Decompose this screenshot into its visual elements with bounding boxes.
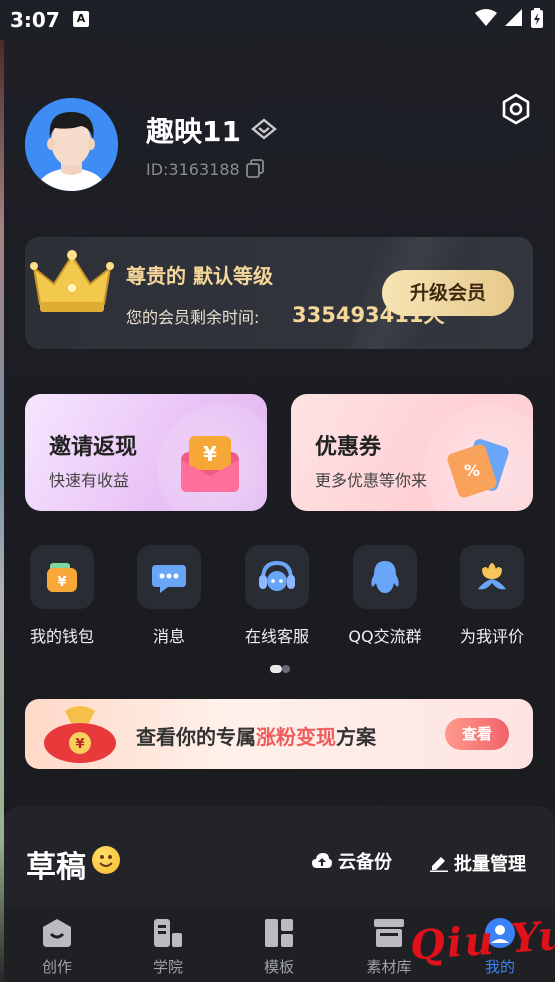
nav-label: 学院 (152, 958, 183, 976)
grid-label: QQ交流群 (348, 627, 422, 646)
invite-cashback-card[interactable]: 邀请返现 快速有收益 ¥ (25, 394, 267, 511)
upgrade-vip-button[interactable]: 升级会员 (382, 270, 514, 316)
nav-item-templates[interactable]: 模板 (239, 916, 319, 977)
headset-icon (259, 560, 295, 591)
crown-icon (30, 250, 114, 312)
support-tile (245, 545, 309, 609)
status-bar: 3:07 A (0, 0, 555, 40)
store-icon (374, 919, 404, 947)
vip-remaining-label: 您的会员剩余时间: (126, 308, 260, 327)
flower-icon (478, 563, 506, 590)
cloud-backup-button[interactable]: 云备份 (312, 848, 392, 874)
nav-label: 模板 (263, 958, 294, 976)
cloud-upload-icon (312, 853, 332, 868)
cloud-backup-label: 云备份 (338, 852, 392, 873)
grid-item-rate-us[interactable]: 为我评价 (447, 545, 537, 647)
copy-icon[interactable] (245, 158, 265, 178)
qq-penguin-icon (371, 561, 399, 593)
promo-subtitle: 快速有收益 (49, 471, 130, 490)
profile-screen: 3:07 A 趣映11 ID:3163188 尊贵的 默认等级 您的会员剩余时间… (0, 0, 555, 982)
wifi-icon (475, 9, 497, 26)
grid-label: 我的钱包 (29, 627, 94, 646)
drafts-title: 草稿 (26, 850, 86, 885)
grid-label: 为我评价 (459, 627, 524, 646)
qq-group-tile (353, 545, 417, 609)
red-packet-icon: ¥ (181, 436, 239, 492)
svg-text:¥: ¥ (203, 442, 217, 466)
nav-item-create[interactable]: 创作 (17, 916, 97, 977)
wallet-icon: ¥ (47, 563, 77, 592)
svg-text:¥: ¥ (75, 737, 84, 752)
notification-icon: A (73, 11, 89, 27)
wallet-tile: ¥ (30, 545, 94, 609)
user-id: ID:3163188 (146, 160, 240, 179)
page-indicator (270, 665, 290, 673)
grid-item-wallet[interactable]: ¥ 我的钱包 (17, 545, 107, 647)
messages-tile (137, 545, 201, 609)
grid-item-support[interactable]: 在线客服 (232, 545, 322, 647)
status-icons (475, 8, 543, 28)
banner-text: 查看你的专属涨粉变现方案 (136, 725, 376, 749)
batch-manage-button[interactable]: 批量管理 (430, 850, 526, 876)
promo-subtitle: 更多优惠等你来 (315, 471, 428, 490)
signal-icon (505, 9, 522, 26)
avatar-illustration (25, 98, 118, 191)
avatar[interactable] (25, 98, 118, 191)
username: 趣映11 (146, 115, 241, 148)
template-icon (265, 919, 293, 947)
status-time: 3:07 (10, 8, 60, 32)
grid-label: 在线客服 (244, 627, 309, 646)
batch-manage-label: 批量管理 (454, 854, 526, 875)
grid-item-messages[interactable]: 消息 (124, 545, 214, 647)
promo-title: 优惠券 (315, 435, 382, 460)
svg-text:%: % (464, 461, 480, 480)
coupon-ticket-icon: % (447, 439, 509, 498)
promo-title: 邀请返现 (49, 435, 138, 460)
view-plan-button[interactable]: 查看 (445, 718, 509, 750)
create-icon (43, 919, 71, 947)
grid-item-qq-group[interactable]: QQ交流群 (340, 545, 430, 647)
growth-plan-banner[interactable]: ¥ 查看你的专属涨粉变现方案 查看 (25, 699, 533, 769)
settings-icon[interactable] (500, 93, 532, 125)
grid-label: 消息 (152, 627, 185, 646)
vip-level-title: 尊贵的 默认等级 (126, 264, 273, 288)
nav-item-academy[interactable]: 学院 (128, 916, 208, 977)
coupon-card[interactable]: 优惠券 更多优惠等你来 % (291, 394, 533, 511)
banner-highlight: 涨粉变现 (256, 725, 336, 749)
battery-icon (531, 8, 543, 28)
academy-icon (154, 919, 182, 947)
money-bag-icon: ¥ (44, 706, 116, 763)
edit-icon (430, 857, 448, 872)
smile-emoji-icon (92, 846, 120, 874)
rate-us-tile (460, 545, 524, 609)
message-icon (152, 565, 186, 593)
nav-label: 创作 (41, 958, 72, 976)
svg-text:¥: ¥ (57, 575, 66, 590)
vip-diamond-icon (251, 118, 277, 140)
